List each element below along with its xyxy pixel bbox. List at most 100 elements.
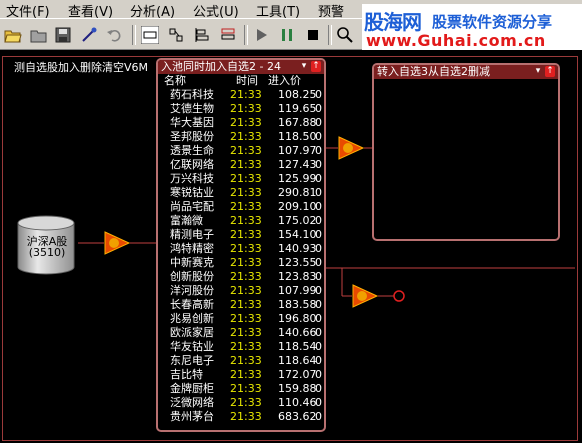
table-row[interactable]: 透景生命 21:33 107.97 0 xyxy=(158,144,324,158)
pool2-title: 转入自选3从自选2删减 xyxy=(374,65,558,79)
filter-dropdown-icon[interactable]: ▾ xyxy=(299,61,309,72)
table-row[interactable]: 富瀚微 21:33 175.02 0 xyxy=(158,214,324,228)
entry-time: 21:33 xyxy=(230,340,262,353)
table-row[interactable]: 华大基因 21:33 167.88 0 xyxy=(158,116,324,130)
entry-price: 125.99 xyxy=(278,172,317,185)
brand-subtitle: 股票软件资源分享 xyxy=(432,13,553,31)
zero-value: 0 xyxy=(315,214,322,227)
column-header-price[interactable]: 进入价 xyxy=(268,74,301,88)
table-row[interactable]: 中新赛克 21:33 123.55 0 xyxy=(158,256,324,270)
entry-time: 21:33 xyxy=(230,354,262,367)
zero-value: 0 xyxy=(315,410,322,423)
table-row[interactable]: 欧派家居 21:33 140.66 0 xyxy=(158,326,324,340)
folder-icon[interactable] xyxy=(30,26,48,44)
brand-url: www.Guhai.com.cn xyxy=(366,31,546,50)
pause-icon[interactable] xyxy=(278,26,296,44)
stock-name: 泛微网络 xyxy=(170,396,214,409)
undo-icon[interactable] xyxy=(106,26,124,44)
entry-price: 159.88 xyxy=(278,382,317,395)
collapse-icon[interactable]: ↑ xyxy=(545,66,555,77)
table-row[interactable]: 寒锐钴业 21:33 290.81 0 xyxy=(158,186,324,200)
table-row[interactable]: 泛微网络 21:33 110.46 0 xyxy=(158,396,324,410)
stock-name: 吉比特 xyxy=(170,368,203,381)
filter-triangle-icon[interactable] xyxy=(104,231,130,255)
stock-name: 寒锐钴业 xyxy=(170,186,214,199)
strategy-canvas[interactable]: 测自选股加入删除清空V6M 沪深A股 (3510) 入池同时加入自选2 - 24… xyxy=(0,50,582,443)
table-row[interactable]: 洋河股份 21:33 107.99 0 xyxy=(158,284,324,298)
zero-value: 0 xyxy=(315,144,322,157)
stock-name: 药石科技 xyxy=(170,88,214,101)
table-row[interactable]: 鸿特精密 21:33 140.93 0 xyxy=(158,242,324,256)
table-row[interactable]: 精测电子 21:33 154.10 0 xyxy=(158,228,324,242)
zero-value: 0 xyxy=(315,396,322,409)
open-folder-icon[interactable] xyxy=(4,26,22,44)
entry-time: 21:33 xyxy=(230,396,262,409)
column-header-name[interactable]: 名称 xyxy=(164,74,186,88)
table-row[interactable]: 东尼电子 21:33 118.64 0 xyxy=(158,354,324,368)
collapse-icon[interactable]: ↑ xyxy=(311,61,321,72)
entry-price: 107.99 xyxy=(278,284,317,297)
table-row[interactable]: 万兴科技 21:33 125.99 0 xyxy=(158,172,324,186)
zero-value: 0 xyxy=(315,186,322,199)
table-row[interactable]: 艾德生物 21:33 119.65 0 xyxy=(158,102,324,116)
column-header-time[interactable]: 时间 xyxy=(236,74,258,88)
entry-time: 21:33 xyxy=(230,298,262,311)
align-tool-icon[interactable] xyxy=(193,26,211,44)
search-icon[interactable] xyxy=(336,26,354,44)
entry-time: 21:33 xyxy=(230,214,262,227)
stock-name: 长春高新 xyxy=(170,298,214,311)
filter-triangle-icon[interactable] xyxy=(352,284,378,308)
entry-price: 683.62 xyxy=(278,410,317,423)
pool1-header: 名称 时间 进入价 xyxy=(158,74,324,88)
table-row[interactable]: 创新股份 21:33 123.83 0 xyxy=(158,270,324,284)
stop-icon[interactable] xyxy=(304,26,322,44)
zero-value: 0 xyxy=(315,172,322,185)
stock-name: 富瀚微 xyxy=(170,214,203,227)
table-row[interactable]: 华友钴业 21:33 118.54 0 xyxy=(158,340,324,354)
table-row[interactable]: 亿联网络 21:33 127.43 0 xyxy=(158,158,324,172)
table-row[interactable]: 兆易创新 21:33 196.80 0 xyxy=(158,312,324,326)
entry-price: 123.55 xyxy=(278,256,317,269)
wand-icon[interactable] xyxy=(80,26,98,44)
entry-time: 21:33 xyxy=(230,88,262,101)
toolbar-separator xyxy=(132,25,136,45)
stock-pool-panel-2[interactable]: 转入自选3从自选2删减 ▾ ↑ xyxy=(372,63,560,241)
entry-price: 123.83 xyxy=(278,270,317,283)
stock-pool-panel-1[interactable]: 入池同时加入自选2 - 24 ▾ ↑ 名称 时间 进入价 药石科技 21:33 10… xyxy=(156,58,326,432)
zero-value: 0 xyxy=(315,158,322,171)
entry-time: 21:33 xyxy=(230,382,262,395)
table-row[interactable]: 吉比特 21:33 172.07 0 xyxy=(158,368,324,382)
zero-value: 0 xyxy=(315,368,322,381)
entry-price: 209.10 xyxy=(278,200,317,213)
save-icon[interactable] xyxy=(54,26,72,44)
filter-dropdown-icon[interactable]: ▾ xyxy=(533,66,543,77)
entry-time: 21:33 xyxy=(230,284,262,297)
list-tool-icon[interactable] xyxy=(219,26,237,44)
entry-time: 21:33 xyxy=(230,326,262,339)
entry-price: 119.65 xyxy=(278,102,317,115)
stock-name: 贵州茅台 xyxy=(170,410,214,423)
entry-time: 21:33 xyxy=(230,270,262,283)
entry-time: 21:33 xyxy=(230,256,262,269)
zero-value: 0 xyxy=(315,284,322,297)
table-row[interactable]: 贵州茅台 21:33 683.62 0 xyxy=(158,410,324,424)
table-row[interactable]: 圣邦股份 21:33 118.50 0 xyxy=(158,130,324,144)
play-icon[interactable] xyxy=(252,26,270,44)
layout-tool-icon[interactable] xyxy=(167,26,185,44)
stock-name: 艾德生物 xyxy=(170,102,214,115)
zero-value: 0 xyxy=(315,326,322,339)
rectangle-tool-icon[interactable] xyxy=(141,26,159,44)
stock-name: 尚品宅配 xyxy=(170,200,214,213)
watermark-banner: 股海网 股票软件资源分享 www.Guhai.com.cn xyxy=(362,4,582,50)
entry-time: 21:33 xyxy=(230,242,262,255)
stock-name: 精测电子 xyxy=(170,228,214,241)
zero-value: 0 xyxy=(315,270,322,283)
table-row[interactable]: 长春高新 21:33 183.58 0 xyxy=(158,298,324,312)
entry-price: 108.25 xyxy=(278,88,317,101)
filter-triangle-icon[interactable] xyxy=(338,136,364,160)
entry-price: 110.46 xyxy=(278,396,317,409)
stock-name: 华友钴业 xyxy=(170,340,214,353)
table-row[interactable]: 金牌厨柜 21:33 159.88 0 xyxy=(158,382,324,396)
table-row[interactable]: 尚品宅配 21:33 209.10 0 xyxy=(158,200,324,214)
table-row[interactable]: 药石科技 21:33 108.25 0 xyxy=(158,88,324,102)
